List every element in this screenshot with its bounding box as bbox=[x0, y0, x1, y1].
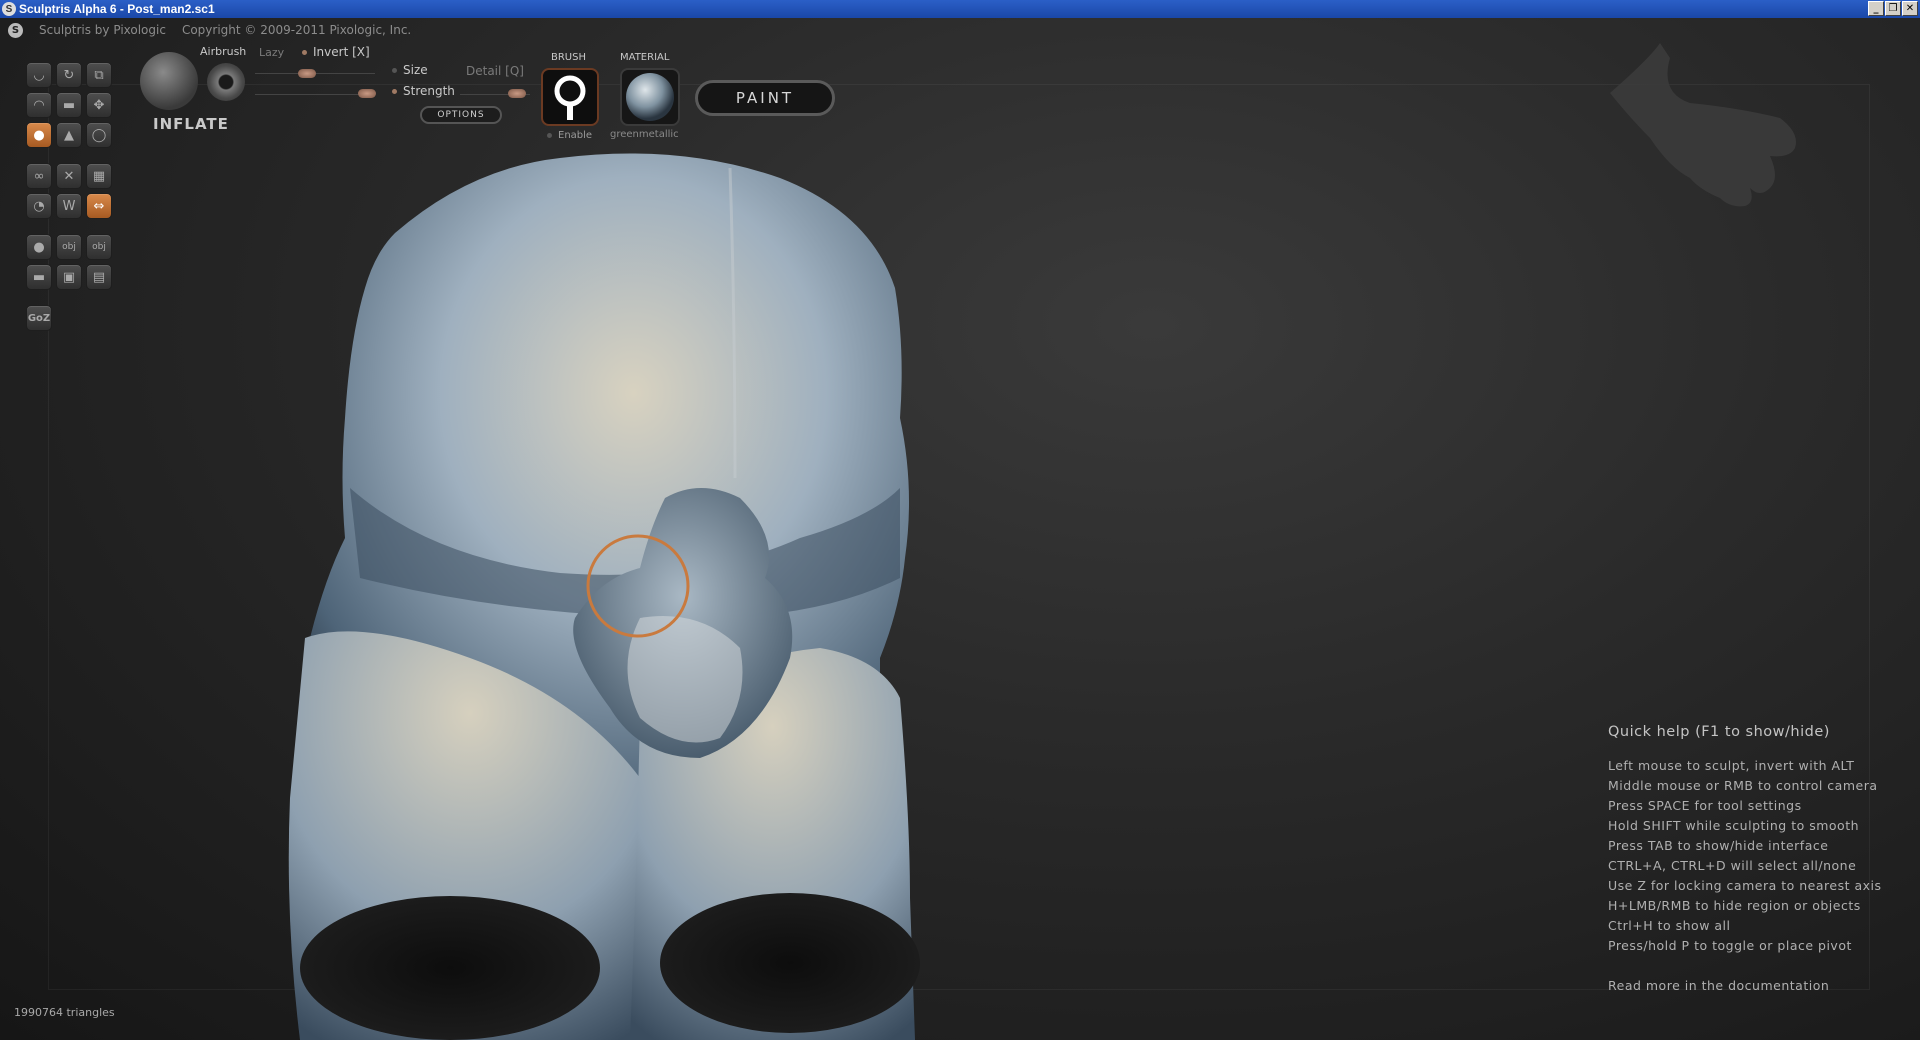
app-info-bar: S Sculptris by Pixologic Copyright © 200… bbox=[8, 22, 411, 38]
airbrush-label: Airbrush bbox=[200, 45, 247, 58]
quick-help-line: H+LMB/RMB to hide region or objects bbox=[1608, 898, 1861, 913]
size-label: Size bbox=[392, 63, 428, 77]
app-name: Sculptris by Pixologic bbox=[39, 23, 166, 37]
import-tool[interactable]: obj bbox=[56, 234, 82, 260]
quick-help-panel: Quick help (F1 to show/hide) Left mouse … bbox=[1608, 724, 1882, 996]
material-selector[interactable] bbox=[620, 68, 680, 126]
quick-help-line: CTRL+A, CTRL+D will select all/none bbox=[1608, 858, 1857, 873]
close-button[interactable]: ✕ bbox=[1902, 1, 1918, 16]
detail-label: Detail [Q] bbox=[466, 64, 524, 78]
right-leg-opening bbox=[660, 893, 920, 1033]
copyright: Copyright © 2009-2011 Pixologic, Inc. bbox=[181, 23, 412, 37]
restore-button[interactable]: ❐ bbox=[1885, 1, 1901, 16]
brush-selector[interactable] bbox=[541, 68, 599, 126]
quick-help-line: Press SPACE for tool settings bbox=[1608, 798, 1802, 813]
sculptris-app-icon: S bbox=[2, 2, 16, 16]
grab-tool[interactable]: ✥ bbox=[86, 92, 112, 118]
hand-silhouette bbox=[1610, 43, 1796, 207]
window-title: Sculptris Alpha 6 - Post_man2.sc1 bbox=[19, 2, 215, 16]
pixologic-logo-icon: S bbox=[8, 22, 23, 38]
paint-button[interactable]: PAINT bbox=[695, 80, 835, 116]
brush-label: BRUSH bbox=[551, 52, 586, 63]
strength-slider-knob[interactable] bbox=[358, 89, 376, 98]
quick-help-line: Press TAB to show/hide interface bbox=[1608, 838, 1829, 853]
airbrush-toggle[interactable] bbox=[140, 52, 198, 110]
quick-help-line: Left mouse to sculpt, invert with ALT bbox=[1608, 758, 1855, 773]
quick-help-title: Quick help (F1 to show/hide) bbox=[1608, 724, 1830, 740]
save-tool[interactable]: ▤ bbox=[86, 264, 112, 290]
flatten-tool[interactable]: ▬ bbox=[56, 92, 82, 118]
open-tool[interactable]: ▣ bbox=[56, 264, 82, 290]
inflate-tool[interactable]: ● bbox=[26, 122, 52, 148]
invert-label: Invert [X] bbox=[313, 45, 370, 59]
subdivide-tool[interactable]: W bbox=[56, 193, 82, 219]
lazy-label: Lazy bbox=[259, 46, 285, 59]
pinch-tool[interactable]: ▲ bbox=[56, 122, 82, 148]
strength-slider-track[interactable] bbox=[255, 94, 375, 95]
sculpt-viewport[interactable]: S Sculptris by Pixologic Copyright © 200… bbox=[0, 18, 1920, 1040]
quick-help-line: Use Z for locking camera to nearest axis bbox=[1608, 878, 1882, 893]
quick-help-line: Press/hold P to toggle or place pivot bbox=[1608, 938, 1852, 953]
material-name: greenmetallic bbox=[610, 129, 679, 140]
symmetry-tool[interactable]: ∞ bbox=[26, 163, 52, 189]
smooth-tool[interactable]: ◯ bbox=[86, 122, 112, 148]
quick-help-line: Hold SHIFT while sculpting to smooth bbox=[1608, 818, 1860, 833]
wireframe-tool[interactable]: ✕ bbox=[56, 163, 82, 189]
lazy-toggle[interactable] bbox=[207, 63, 245, 101]
crease-tool[interactable]: ◡ bbox=[26, 62, 52, 88]
reduce-tool[interactable]: ◔ bbox=[26, 193, 52, 219]
goz-tool[interactable]: GoZ bbox=[26, 305, 52, 331]
brush-alpha-icon bbox=[554, 75, 586, 120]
documentation-link[interactable]: Read more in the documentation bbox=[1608, 976, 1882, 996]
triangle-count: 1990764 triangles bbox=[14, 1006, 115, 1019]
window-title-bar: S Sculptris Alpha 6 - Post_man2.sc1 _ ❐ … bbox=[0, 0, 1920, 18]
tool-name: INFLATE bbox=[153, 115, 229, 133]
size-slider-knob[interactable] bbox=[298, 69, 316, 78]
strength-label: Strength bbox=[392, 84, 455, 98]
invert-toggle[interactable]: Invert [X] bbox=[302, 45, 370, 59]
quick-help-line: Ctrl+H to show all bbox=[1608, 918, 1731, 933]
mirror-tool[interactable]: ⇔ bbox=[86, 193, 112, 219]
left-leg-opening bbox=[300, 896, 600, 1040]
enable-toggle[interactable]: Enable bbox=[547, 130, 592, 141]
export-tool[interactable]: obj bbox=[86, 234, 112, 260]
new-sphere-tool[interactable]: ● bbox=[26, 234, 52, 260]
minimize-button[interactable]: _ bbox=[1868, 1, 1884, 16]
material-sphere-icon bbox=[626, 73, 674, 121]
detail-slider-knob[interactable] bbox=[508, 89, 526, 98]
material-label: MATERIAL bbox=[620, 52, 670, 63]
grid-tool[interactable]: ▦ bbox=[86, 163, 112, 189]
quick-help-line: Middle mouse or RMB to control camera bbox=[1608, 778, 1878, 793]
plane-tool[interactable]: ▬ bbox=[26, 264, 52, 290]
scale-tool[interactable]: ⧉ bbox=[86, 62, 112, 88]
options-button[interactable]: OPTIONS bbox=[420, 106, 502, 124]
rotate-tool[interactable]: ↻ bbox=[56, 62, 82, 88]
draw-tool[interactable]: ◠ bbox=[26, 92, 52, 118]
